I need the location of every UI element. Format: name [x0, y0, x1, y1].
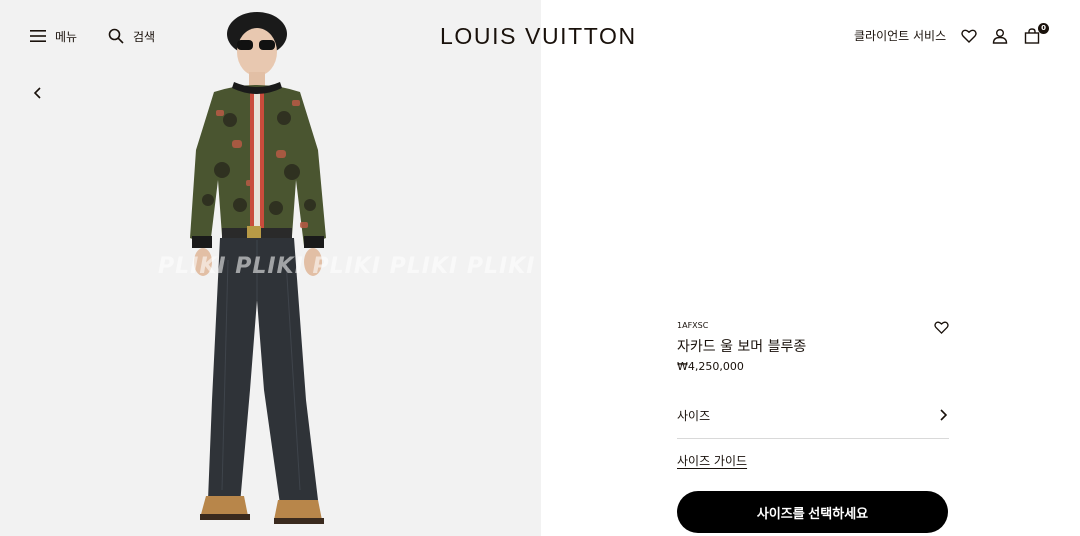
menu-label: 메뉴: [55, 29, 78, 44]
heart-icon: [933, 321, 949, 334]
chevron-right-icon: [937, 407, 949, 423]
menu-button[interactable]: 메뉴: [30, 25, 77, 47]
product-image-gallery[interactable]: PLIKI PLIKI PLIKI PLIKI PLIKI: [0, 0, 541, 536]
client-service-link[interactable]: 클라이언트 서비스: [854, 26, 946, 46]
site-header: 메뉴 검색 LOUIS VUITTON 클라이언트 서비스 0: [0, 0, 1080, 72]
product-sku: 1AFXSC: [677, 321, 709, 330]
gallery-prev-button[interactable]: [28, 82, 48, 104]
search-label: 검색: [133, 29, 156, 44]
select-size-button[interactable]: 사이즈를 선택하세요: [677, 491, 948, 533]
product-price: ₩4,250,000: [677, 360, 744, 373]
bag-count-badge: 0: [1038, 23, 1049, 34]
chevron-left-icon: [33, 87, 41, 99]
product-page: PLIKI PLIKI PLIKI PLIKI PLIKI 메뉴 검색 LOUI…: [0, 0, 1080, 536]
brand-logo[interactable]: LOUIS VUITTON: [440, 22, 644, 50]
search-icon: [108, 28, 124, 44]
menu-icon: [30, 30, 46, 42]
heart-icon: [961, 29, 977, 43]
add-to-wishlist-button[interactable]: [932, 318, 950, 336]
user-icon: [992, 29, 1008, 44]
size-guide-link[interactable]: 사이즈 가이드: [677, 452, 747, 469]
search-button[interactable]: 검색: [108, 25, 155, 47]
size-label: 사이즈: [677, 409, 711, 423]
account-button[interactable]: [990, 26, 1010, 46]
watermark-text: PLIKI PLIKI PLIKI PLIKI PLIKI: [158, 254, 536, 279]
product-name: 자카드 울 보머 블루종: [677, 339, 807, 355]
size-selector[interactable]: 사이즈: [677, 404, 949, 439]
wishlist-button[interactable]: [959, 26, 979, 46]
